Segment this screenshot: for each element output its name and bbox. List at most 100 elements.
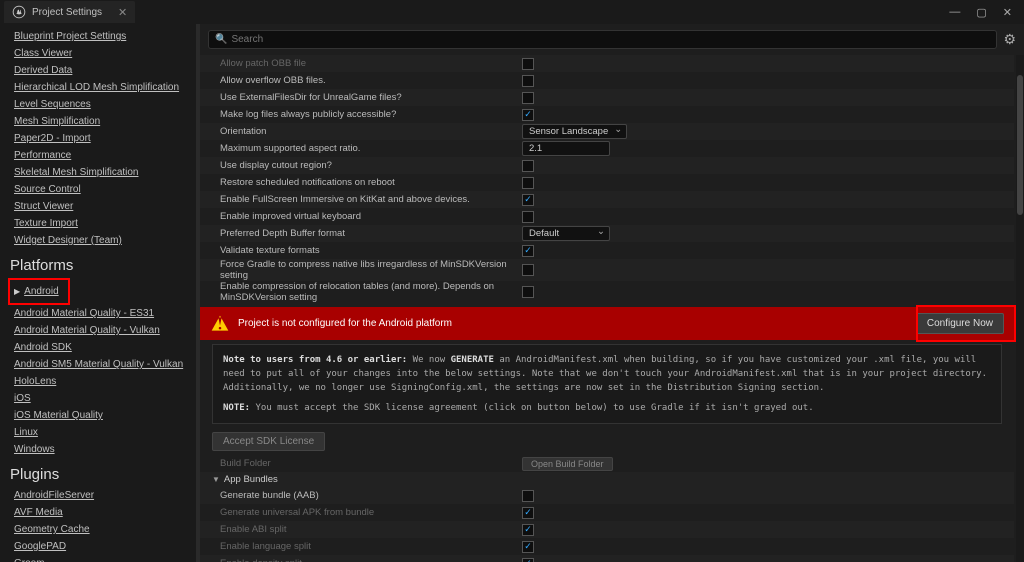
sidebar-link[interactable]: Paper2D - Import: [14, 130, 196, 147]
dropdown[interactable]: Sensor Landscape: [522, 124, 627, 139]
search-input-wrap[interactable]: 🔍: [208, 30, 997, 49]
setting-label: Build Folder: [212, 458, 522, 469]
checkbox[interactable]: [522, 524, 534, 536]
sidebar-link[interactable]: GooglePAD: [14, 538, 196, 555]
section-header-app-bundles[interactable]: ▼ App Bundles: [200, 472, 1014, 487]
sidebar-link[interactable]: Android SDK: [14, 339, 196, 356]
setting-row: Generate universal APK from bundle: [200, 504, 1014, 521]
sidebar-link[interactable]: Android SM5 Material Quality - Vulkan: [14, 356, 196, 373]
sidebar-link[interactable]: Texture Import: [14, 215, 196, 232]
search-bar: 🔍 ⚙: [200, 24, 1024, 55]
sidebar-link[interactable]: Geometry Cache: [14, 521, 196, 538]
setting-label: Generate bundle (AAB): [212, 490, 522, 501]
checkbox[interactable]: [522, 177, 534, 189]
checkbox[interactable]: [522, 286, 534, 298]
setting-row: Maximum supported aspect ratio.2.1: [200, 140, 1014, 157]
setting-label: Use display cutout region?: [212, 160, 522, 171]
setting-label: Enable compression of relocation tables …: [212, 281, 522, 303]
sidebar-link[interactable]: Android Material Quality - ES31: [14, 305, 196, 322]
sidebar: Blueprint Project Settings Class Viewer …: [0, 24, 200, 562]
checkbox[interactable]: [522, 507, 534, 519]
sidebar-link[interactable]: Class Viewer: [14, 45, 196, 62]
sidebar-link[interactable]: Windows: [14, 441, 196, 458]
search-icon: 🔍: [215, 34, 227, 45]
sidebar-heading-platforms: Platforms: [10, 257, 196, 274]
sidebar-link[interactable]: AndroidFileServer: [14, 487, 196, 504]
sidebar-link[interactable]: Struct Viewer: [14, 198, 196, 215]
unreal-logo-icon: [12, 5, 26, 19]
sidebar-link[interactable]: Mesh Simplification: [14, 113, 196, 130]
sidebar-link[interactable]: AVF Media: [14, 504, 196, 521]
sidebar-link[interactable]: iOS: [14, 390, 196, 407]
sidebar-link[interactable]: Android Material Quality - Vulkan: [14, 322, 196, 339]
checkbox[interactable]: [522, 558, 534, 562]
close-button[interactable]: ✕: [1003, 6, 1012, 19]
checkbox[interactable]: [522, 109, 534, 121]
setting-label: Enable density split: [212, 558, 522, 562]
sidebar-link[interactable]: iOS Material Quality: [14, 407, 196, 424]
setting-label: Enable FullScreen Immersive on KitKat an…: [212, 194, 522, 205]
tab-close-icon[interactable]: ✕: [118, 6, 127, 19]
sidebar-link[interactable]: Blueprint Project Settings: [14, 28, 196, 45]
setting-row: Validate texture formats: [200, 242, 1014, 259]
checkbox[interactable]: [522, 194, 534, 206]
triangle-down-icon: ▼: [212, 475, 220, 484]
sidebar-link-android[interactable]: Android: [24, 283, 58, 300]
sidebar-link[interactable]: Linux: [14, 424, 196, 441]
sidebar-link[interactable]: Level Sequences: [14, 96, 196, 113]
search-input[interactable]: [231, 34, 990, 45]
setting-label: Allow overflow OBB files.: [212, 75, 522, 86]
window-controls: — ▢ ✕: [949, 6, 1020, 19]
sidebar-link[interactable]: Derived Data: [14, 62, 196, 79]
setting-row: Enable compression of relocation tables …: [200, 281, 1014, 303]
tab-title: Project Settings: [32, 7, 102, 18]
checkbox[interactable]: [522, 490, 534, 502]
checkbox[interactable]: [522, 211, 534, 223]
scrollbar-thumb[interactable]: [1017, 75, 1023, 215]
caret-right-icon: ▶: [14, 287, 20, 296]
checkbox[interactable]: [522, 92, 534, 104]
checkbox[interactable]: [522, 264, 534, 276]
setting-row: Enable FullScreen Immersive on KitKat an…: [200, 191, 1014, 208]
setting-label: Maximum supported aspect ratio.: [212, 143, 522, 154]
sidebar-link[interactable]: Hierarchical LOD Mesh Simplification: [14, 79, 196, 96]
setting-label: Enable language split: [212, 541, 522, 552]
setting-label: Use ExternalFilesDir for UnrealGame file…: [212, 92, 522, 103]
checkbox[interactable]: [522, 160, 534, 172]
setting-label: Make log files always publicly accessibl…: [212, 109, 522, 120]
sidebar-link[interactable]: Source Control: [14, 181, 196, 198]
open-build-folder-button[interactable]: Open Build Folder: [522, 457, 613, 471]
text-input[interactable]: 2.1: [522, 141, 610, 156]
content-panel: 🔍 ⚙ Allow patch OBB file Allow overflow O…: [200, 24, 1024, 562]
setting-label: Generate universal APK from bundle: [212, 507, 522, 518]
warning-icon: [210, 314, 230, 334]
maximize-button[interactable]: ▢: [976, 6, 986, 19]
setting-row: Allow patch OBB file: [200, 55, 1014, 72]
tab-project-settings[interactable]: Project Settings ✕: [4, 1, 135, 23]
gear-icon[interactable]: ⚙: [1003, 31, 1016, 48]
accept-sdk-license-button[interactable]: Accept SDK License: [212, 432, 325, 451]
dropdown[interactable]: Default: [522, 226, 610, 241]
setting-label: Enable improved virtual keyboard: [212, 211, 522, 222]
setting-row: Make log files always publicly accessibl…: [200, 106, 1014, 123]
scrollbar[interactable]: [1016, 55, 1024, 562]
setting-label: Allow patch OBB file: [212, 58, 522, 69]
sidebar-link[interactable]: HoloLens: [14, 373, 196, 390]
checkbox[interactable]: [522, 58, 534, 70]
sidebar-link[interactable]: Performance: [14, 147, 196, 164]
checkbox[interactable]: [522, 541, 534, 553]
minimize-button[interactable]: —: [949, 6, 960, 19]
sidebar-link[interactable]: Widget Designer (Team): [14, 232, 196, 249]
setting-label: Restore scheduled notifications on reboo…: [212, 177, 522, 188]
sidebar-link[interactable]: Skeletal Mesh Simplification: [14, 164, 196, 181]
setting-label: Validate texture formats: [212, 245, 522, 256]
setting-label: Force Gradle to compress native libs irr…: [212, 259, 522, 281]
setting-row: Enable language split: [200, 538, 1014, 555]
checkbox[interactable]: [522, 245, 534, 257]
setting-row: Use ExternalFilesDir for UnrealGame file…: [200, 89, 1014, 106]
sidebar-item-android[interactable]: ▶ Android: [14, 281, 64, 302]
sidebar-link[interactable]: Groom: [14, 555, 196, 562]
checkbox[interactable]: [522, 75, 534, 87]
highlight-android: ▶ Android: [8, 278, 70, 305]
setting-row: Use display cutout region?: [200, 157, 1014, 174]
